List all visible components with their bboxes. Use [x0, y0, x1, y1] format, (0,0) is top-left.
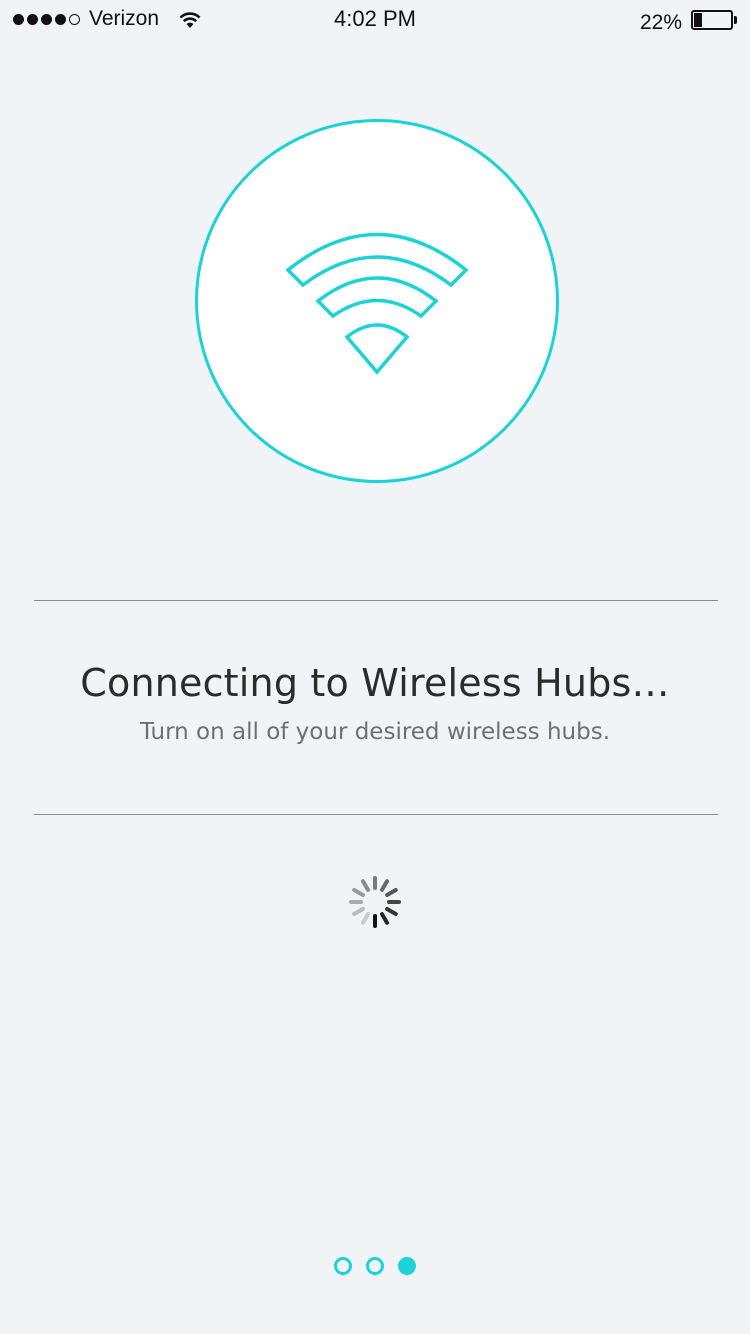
spinner-tick [361, 912, 370, 925]
screen: Verizon 4:02 PM 22% Connecting to Wirele… [0, 0, 750, 1334]
wifi-icon [285, 232, 469, 375]
page-dot [398, 1257, 416, 1275]
clock: 4:02 PM [334, 6, 416, 31]
divider-bottom [34, 814, 718, 815]
spinner-tick [352, 888, 365, 897]
spinner-tick [380, 879, 389, 892]
spinner-tick [380, 912, 389, 925]
page-dot [334, 1257, 352, 1275]
page-indicator [0, 1257, 750, 1275]
battery-percent: 22% [639, 11, 682, 34]
divider-top [34, 600, 718, 601]
battery-icon [691, 10, 737, 30]
page-dot [366, 1257, 384, 1275]
spinner-tick [385, 888, 398, 897]
battery-fill [694, 13, 702, 27]
spinner-tick [361, 879, 370, 892]
spinner-tick [385, 907, 398, 916]
page-title: Connecting to Wireless Hubs… [80, 661, 670, 705]
status-bar: Verizon 4:02 PM 22% [0, 0, 750, 40]
page-subtitle: Turn on all of your desired wireless hub… [139, 719, 611, 745]
spinner-tick [352, 907, 365, 916]
hero-circle [195, 119, 559, 483]
battery-tip [734, 16, 737, 24]
spinner-icon [349, 876, 401, 928]
